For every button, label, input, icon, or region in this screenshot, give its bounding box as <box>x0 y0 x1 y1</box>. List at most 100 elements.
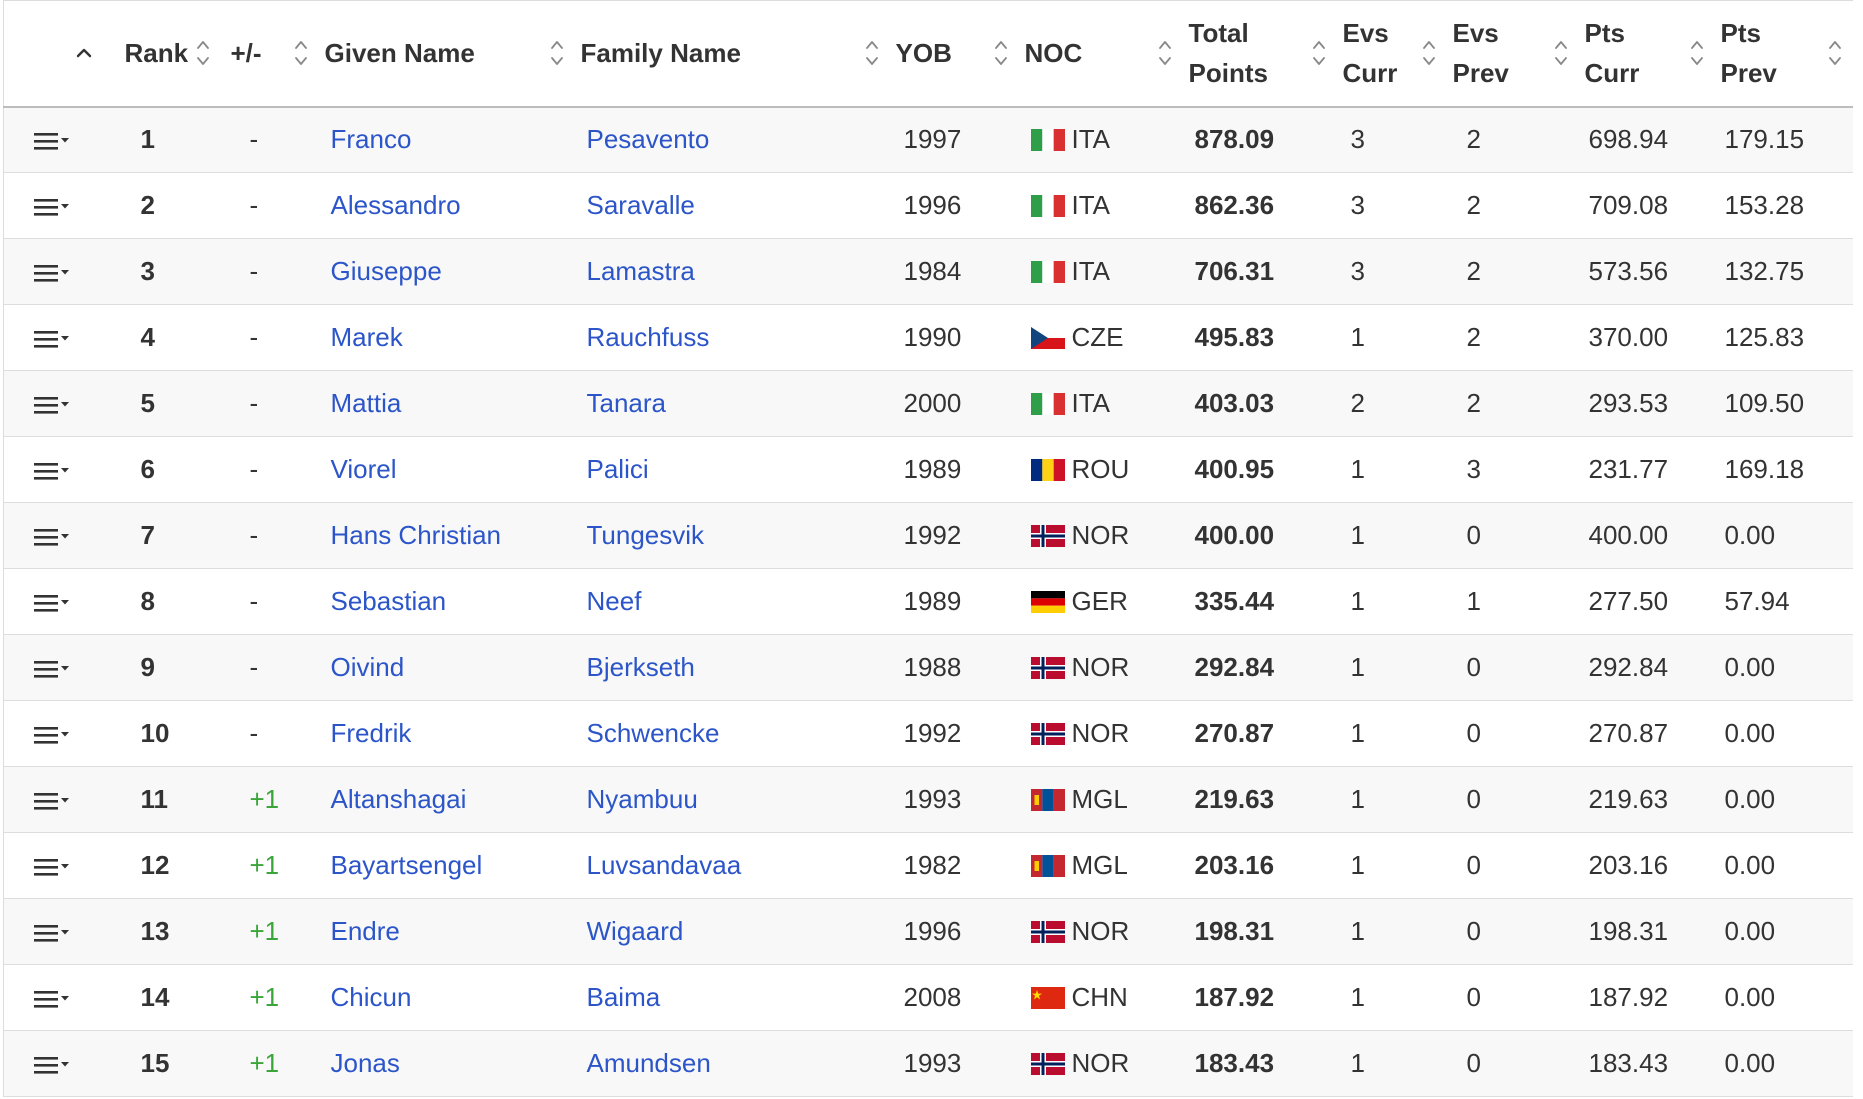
family-name-link[interactable]: Palici <box>587 454 649 484</box>
given-name-link[interactable]: Sebastian <box>331 586 447 616</box>
rank-cell: 4 <box>118 304 225 371</box>
given-name-link[interactable]: Marek <box>331 322 403 352</box>
row-menu-icon[interactable] <box>34 197 74 217</box>
family-name-link[interactable]: Rauchfuss <box>587 322 710 352</box>
sort-icon[interactable] <box>864 36 880 70</box>
row-menu-cell[interactable] <box>3 964 119 1031</box>
row-menu-cell[interactable] <box>3 568 119 635</box>
row-menu-icon[interactable] <box>34 395 74 415</box>
family-name-link[interactable]: Nyambuu <box>587 784 698 814</box>
row-menu-icon[interactable] <box>34 329 74 349</box>
sort-icon[interactable] <box>195 36 211 70</box>
header-rank[interactable]: Rank <box>118 0 225 108</box>
row-menu-cell[interactable] <box>3 832 119 899</box>
row-menu-icon[interactable] <box>34 527 74 547</box>
row-menu-icon[interactable] <box>34 923 74 943</box>
row-menu-cell[interactable] <box>3 502 119 569</box>
family-name-link[interactable]: Lamastra <box>587 256 695 286</box>
sort-icon[interactable] <box>1157 36 1173 70</box>
evs-curr-cell: 2 <box>1336 370 1447 437</box>
row-menu-icon[interactable] <box>34 857 74 877</box>
given-name-link[interactable]: Franco <box>331 124 412 154</box>
header-pts-prev[interactable]: Pts Prev <box>1714 0 1853 108</box>
row-menu-cell[interactable] <box>3 700 119 767</box>
given-name-link[interactable]: Viorel <box>331 454 397 484</box>
given-name-link[interactable]: Jonas <box>331 1048 400 1078</box>
sort-icon[interactable] <box>549 36 565 70</box>
row-menu-cell[interactable] <box>3 898 119 965</box>
row-menu-cell[interactable] <box>3 370 119 437</box>
family-name-link[interactable]: Tungesvik <box>587 520 705 550</box>
row-menu-cell[interactable] <box>3 106 119 173</box>
header-noc[interactable]: NOC <box>1018 0 1183 108</box>
sort-icon[interactable] <box>1827 36 1843 70</box>
family-name-link[interactable]: Bjerkseth <box>587 652 695 682</box>
header-change[interactable]: +/- <box>224 0 319 108</box>
given-name-link[interactable]: Giuseppe <box>331 256 442 286</box>
given-name-link[interactable]: Altanshagai <box>331 784 467 814</box>
header-given-name[interactable]: Given Name <box>318 0 575 108</box>
sort-icon[interactable] <box>1689 36 1705 70</box>
given-name-link[interactable]: Bayartsengel <box>331 850 483 880</box>
evs-prev-cell: 2 <box>1446 172 1579 239</box>
row-menu-icon[interactable] <box>34 1055 74 1075</box>
family-name-link[interactable]: Luvsandavaa <box>587 850 742 880</box>
sort-icon[interactable] <box>1421 36 1437 70</box>
sort-icon[interactable] <box>993 36 1009 70</box>
row-menu-cell[interactable] <box>3 304 119 371</box>
pts-prev-cell: 153.28 <box>1714 172 1853 239</box>
family-name-link[interactable]: Amundsen <box>587 1048 711 1078</box>
row-menu-icon[interactable] <box>34 989 74 1009</box>
header-family-name[interactable]: Family Name <box>574 0 890 108</box>
row-menu-icon[interactable] <box>34 659 74 679</box>
row-menu-icon[interactable] <box>34 263 74 283</box>
header-evs-curr[interactable]: Evs Curr <box>1336 0 1447 108</box>
row-menu-cell[interactable] <box>3 436 119 503</box>
row-menu-icon[interactable] <box>34 791 74 811</box>
header-total-points[interactable]: Total Points <box>1182 0 1337 108</box>
row-menu-cell[interactable] <box>3 172 119 239</box>
given-name-link[interactable]: Mattia <box>331 388 402 418</box>
family-name-link[interactable]: Wigaard <box>587 916 684 946</box>
family-name-cell: Pesavento <box>574 106 890 173</box>
row-menu-cell[interactable] <box>3 1030 119 1097</box>
header-collapse[interactable] <box>3 0 119 108</box>
nor-flag-icon <box>1030 657 1065 679</box>
chevron-up-icon[interactable] <box>73 42 95 64</box>
ita-flag-icon <box>1030 195 1065 217</box>
row-menu-cell[interactable] <box>3 238 119 305</box>
row-menu-icon[interactable] <box>34 593 74 613</box>
given-name-link[interactable]: Oivind <box>331 652 405 682</box>
given-name-link[interactable]: Chicun <box>331 982 412 1012</box>
given-name-link[interactable]: Fredrik <box>331 718 412 748</box>
pts-prev-cell: 0.00 <box>1714 766 1853 833</box>
header-evs-prev[interactable]: Evs Prev <box>1446 0 1579 108</box>
table-row: 10- Fredrik Schwencke 1992 NOR 270.87 1 0 270.87… <box>3 700 1853 767</box>
family-name-link[interactable]: Neef <box>587 586 642 616</box>
change-cell: - <box>224 106 319 173</box>
given-name-link[interactable]: Hans Christian <box>331 520 502 550</box>
row-menu-cell[interactable] <box>3 634 119 701</box>
family-name-link[interactable]: Schwencke <box>587 718 720 748</box>
sort-icon[interactable] <box>1553 36 1569 70</box>
change-cell: - <box>224 238 319 305</box>
family-name-link[interactable]: Pesavento <box>587 124 710 154</box>
row-menu-cell[interactable] <box>3 766 119 833</box>
header-pts-curr[interactable]: Pts Curr <box>1578 0 1715 108</box>
family-name-link[interactable]: Tanara <box>587 388 667 418</box>
given-name-cell: Oivind <box>318 634 575 701</box>
header-yob[interactable]: YOB <box>889 0 1019 108</box>
given-name-cell: Mattia <box>318 370 575 437</box>
row-menu-icon[interactable] <box>34 461 74 481</box>
given-name-link[interactable]: Alessandro <box>331 190 461 220</box>
evs-curr-cell: 1 <box>1336 832 1447 899</box>
family-name-link[interactable]: Saravalle <box>587 190 695 220</box>
given-name-link[interactable]: Endre <box>331 916 400 946</box>
row-menu-icon[interactable] <box>34 725 74 745</box>
sort-icon[interactable] <box>1311 36 1327 70</box>
pts-curr-cell: 573.56 <box>1578 238 1715 305</box>
family-name-link[interactable]: Baima <box>587 982 661 1012</box>
row-menu-icon[interactable] <box>34 131 74 151</box>
sort-icon[interactable] <box>293 36 309 70</box>
ger-flag-icon <box>1030 591 1065 613</box>
